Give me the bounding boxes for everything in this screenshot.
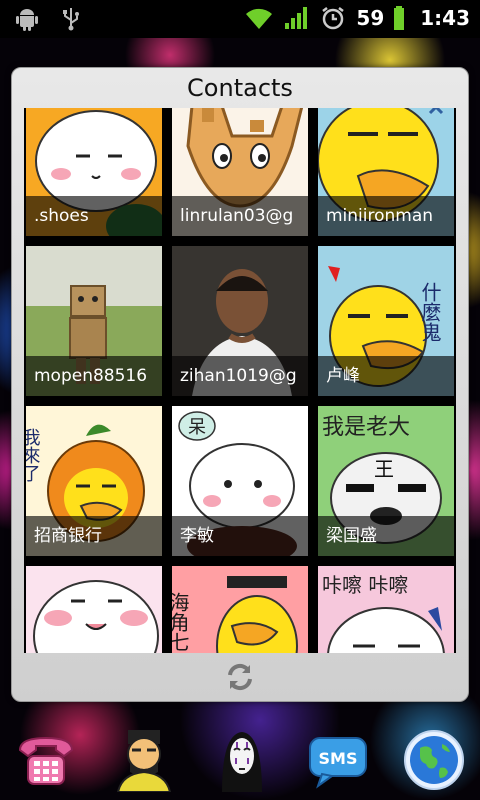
tile-art-text: 什麼鬼: [418, 282, 442, 342]
clock: 1:43: [420, 6, 470, 30]
contact-name: zihan1019@g: [172, 356, 308, 396]
contacts-grid[interactable]: .shoes linrulan03@g miniironman mopen885…: [24, 108, 456, 653]
contact-name: linrulan03@g: [172, 196, 308, 236]
contact-tile[interactable]: linrulan03@g: [172, 108, 308, 236]
contact-tile[interactable]: .shoes: [26, 108, 162, 236]
contacts-icon[interactable]: [112, 728, 176, 792]
contact-name: 梁国盛: [318, 516, 454, 556]
browser-icon[interactable]: [402, 728, 466, 792]
alarm-icon: [322, 7, 345, 30]
wifi-icon: [246, 8, 273, 29]
contact-tile[interactable]: 海角七: [172, 566, 308, 653]
widget-footer: [12, 653, 468, 701]
battery-level: 59: [356, 6, 385, 30]
contact-tile[interactable]: 我來了 招商银行: [26, 406, 162, 556]
tile-art-text: 我來了: [26, 428, 41, 482]
contact-name: miniironman: [318, 196, 454, 236]
status-bar: 59 1:43: [0, 0, 480, 38]
refresh-icon[interactable]: [224, 661, 256, 693]
contact-tile[interactable]: 什麼鬼 卢峰: [318, 246, 454, 396]
contact-tile[interactable]: 呆 李敏: [172, 406, 308, 556]
tile-art-text: 呆: [188, 417, 206, 438]
usb-icon: [63, 8, 79, 31]
tile-art-text: 我是老大: [322, 415, 410, 440]
dock: SMS: [0, 718, 480, 800]
widget-title: Contacts: [187, 74, 293, 102]
contact-photo: 海角七: [172, 566, 308, 653]
tile-art-text: 咔嚓 咔嚓: [322, 573, 408, 597]
sms-icon-label: SMS: [319, 749, 358, 768]
contact-name: mopen88516: [26, 356, 162, 396]
contact-tile[interactable]: 咔嚓 咔嚓: [318, 566, 454, 653]
sms-icon[interactable]: SMS: [306, 728, 370, 792]
contact-name: .shoes: [26, 196, 162, 236]
contact-tile[interactable]: 我是老大 王 梁国盛: [318, 406, 454, 556]
contact-name: 李敏: [172, 516, 308, 556]
tile-art-text: 王: [374, 457, 394, 481]
contact-photo: 咔嚓 咔嚓: [318, 566, 454, 653]
contact-tile[interactable]: mopen88516: [26, 246, 162, 396]
android-debug-icon: [16, 9, 38, 31]
phone-icon[interactable]: [14, 728, 78, 792]
battery-icon: [394, 6, 405, 30]
contact-photo: [26, 566, 162, 653]
signal-icon: [285, 7, 308, 29]
contacts-widget: Contacts .shoes linrulan03@g miniironman…: [11, 67, 469, 702]
contact-tile[interactable]: [26, 566, 162, 653]
contact-name: 卢峰: [318, 356, 454, 396]
contact-name: 招商银行: [26, 516, 162, 556]
noface-app-icon[interactable]: [210, 728, 274, 792]
tile-art-text: 海角七: [172, 592, 190, 652]
contact-tile[interactable]: zihan1019@g: [172, 246, 308, 396]
contact-tile[interactable]: miniironman: [318, 108, 454, 236]
